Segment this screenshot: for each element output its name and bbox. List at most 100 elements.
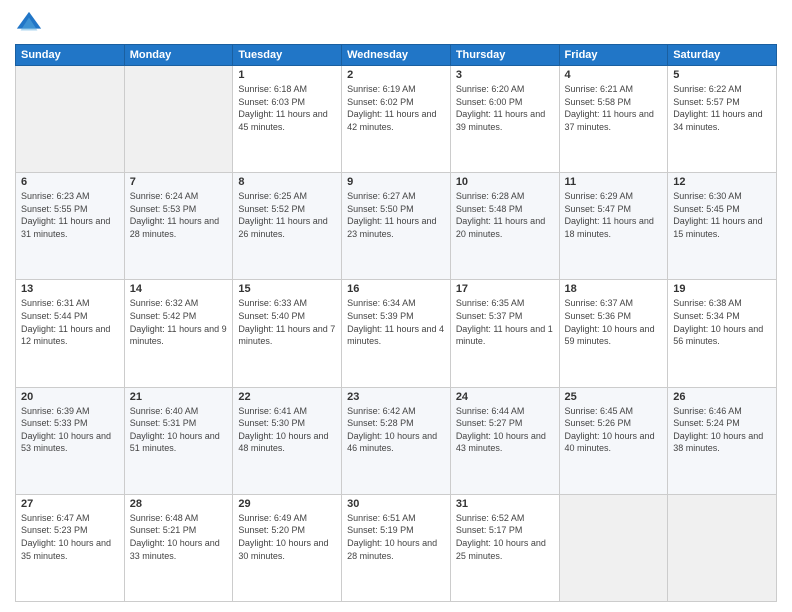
day-info: Sunrise: 6:23 AMSunset: 5:55 PMDaylight:… — [21, 190, 119, 240]
day-info: Sunrise: 6:48 AMSunset: 5:21 PMDaylight:… — [130, 512, 228, 562]
calendar-cell: 6 Sunrise: 6:23 AMSunset: 5:55 PMDaylight… — [16, 173, 125, 280]
day-info: Sunrise: 6:34 AMSunset: 5:39 PMDaylight:… — [347, 297, 445, 347]
day-info: Sunrise: 6:37 AMSunset: 5:36 PMDaylight:… — [565, 297, 663, 347]
calendar-cell: 19 Sunrise: 6:38 AMSunset: 5:34 PMDayligh… — [668, 280, 777, 387]
weekday-header-wednesday: Wednesday — [342, 45, 451, 66]
weekday-header-monday: Monday — [124, 45, 233, 66]
day-number: 22 — [238, 391, 336, 403]
calendar-cell: 8 Sunrise: 6:25 AMSunset: 5:52 PMDaylight… — [233, 173, 342, 280]
day-number: 3 — [456, 69, 554, 81]
day-info: Sunrise: 6:47 AMSunset: 5:23 PMDaylight:… — [21, 512, 119, 562]
day-info: Sunrise: 6:51 AMSunset: 5:19 PMDaylight:… — [347, 512, 445, 562]
day-info: Sunrise: 6:33 AMSunset: 5:40 PMDaylight:… — [238, 297, 336, 347]
calendar-cell: 2Sunrise: 6:19 AMSunset: 6:02 PMDaylight… — [342, 66, 451, 173]
calendar-cell: 12 Sunrise: 6:30 AMSunset: 5:45 PMDayligh… — [668, 173, 777, 280]
week-row-1: 1 Sunrise: 6:18 AMSunset: 6:03 PMDaylight… — [16, 66, 777, 173]
day-number: 14 — [130, 283, 228, 295]
day-info: Sunrise: 6:52 AMSunset: 5:17 PMDaylight:… — [456, 512, 554, 562]
weekday-header-friday: Friday — [559, 45, 668, 66]
day-number: 29 — [238, 498, 336, 510]
calendar-cell: 21 Sunrise: 6:40 AMSunset: 5:31 PMDayligh… — [124, 387, 233, 494]
weekday-header-row: SundayMondayTuesdayWednesdayThursdayFrid… — [16, 45, 777, 66]
calendar-cell: 5 Sunrise: 6:22 AMSunset: 5:57 PMDaylight… — [668, 66, 777, 173]
day-number: 21 — [130, 391, 228, 403]
calendar-cell: 11Sunrise: 6:29 AMSunset: 5:47 PMDayligh… — [559, 173, 668, 280]
weekday-header-saturday: Saturday — [668, 45, 777, 66]
day-info: Sunrise: 6:18 AMSunset: 6:03 PMDaylight:… — [238, 83, 336, 133]
calendar-cell: 14Sunrise: 6:32 AMSunset: 5:42 PMDayligh… — [124, 280, 233, 387]
calendar: SundayMondayTuesdayWednesdayThursdayFrid… — [15, 44, 777, 602]
logo-icon — [15, 10, 43, 38]
week-row-4: 20 Sunrise: 6:39 AMSunset: 5:33 PMDayligh… — [16, 387, 777, 494]
day-info: Sunrise: 6:25 AMSunset: 5:52 PMDaylight:… — [238, 190, 336, 240]
week-row-2: 6 Sunrise: 6:23 AMSunset: 5:55 PMDaylight… — [16, 173, 777, 280]
day-number: 10 — [456, 176, 554, 188]
weekday-header-tuesday: Tuesday — [233, 45, 342, 66]
day-number: 30 — [347, 498, 445, 510]
day-number: 9 — [347, 176, 445, 188]
calendar-cell: 17 Sunrise: 6:35 AMSunset: 5:37 PMDayligh… — [450, 280, 559, 387]
day-number: 28 — [130, 498, 228, 510]
weekday-header-sunday: Sunday — [16, 45, 125, 66]
day-info: Sunrise: 6:30 AMSunset: 5:45 PMDaylight:… — [673, 190, 771, 240]
day-number: 7 — [130, 176, 228, 188]
day-number: 12 — [673, 176, 771, 188]
day-number: 15 — [238, 283, 336, 295]
day-info: Sunrise: 6:28 AMSunset: 5:48 PMDaylight:… — [456, 190, 554, 240]
weekday-header-thursday: Thursday — [450, 45, 559, 66]
calendar-cell: 10 Sunrise: 6:28 AMSunset: 5:48 PMDayligh… — [450, 173, 559, 280]
day-number: 8 — [238, 176, 336, 188]
calendar-cell: 1 Sunrise: 6:18 AMSunset: 6:03 PMDaylight… — [233, 66, 342, 173]
calendar-cell: 7 Sunrise: 6:24 AMSunset: 5:53 PMDaylight… — [124, 173, 233, 280]
calendar-cell — [668, 494, 777, 601]
day-info: Sunrise: 6:27 AMSunset: 5:50 PMDaylight:… — [347, 190, 445, 240]
logo — [15, 10, 47, 38]
calendar-cell — [124, 66, 233, 173]
day-number: 17 — [456, 283, 554, 295]
calendar-cell: 13 Sunrise: 6:31 AMSunset: 5:44 PMDayligh… — [16, 280, 125, 387]
calendar-cell: 20 Sunrise: 6:39 AMSunset: 5:33 PMDayligh… — [16, 387, 125, 494]
day-info: Sunrise: 6:21 AMSunset: 5:58 PMDaylight:… — [565, 83, 663, 133]
calendar-cell: 30 Sunrise: 6:51 AMSunset: 5:19 PMDayligh… — [342, 494, 451, 601]
day-info: Sunrise: 6:41 AMSunset: 5:30 PMDaylight:… — [238, 405, 336, 455]
header — [15, 10, 777, 38]
day-number: 31 — [456, 498, 554, 510]
calendar-cell: 25 Sunrise: 6:45 AMSunset: 5:26 PMDayligh… — [559, 387, 668, 494]
calendar-cell: 4 Sunrise: 6:21 AMSunset: 5:58 PMDaylight… — [559, 66, 668, 173]
day-number: 20 — [21, 391, 119, 403]
day-info: Sunrise: 6:35 AMSunset: 5:37 PMDaylight:… — [456, 297, 554, 347]
day-number: 5 — [673, 69, 771, 81]
day-number: 18 — [565, 283, 663, 295]
day-number: 13 — [21, 283, 119, 295]
day-info: Sunrise: 6:49 AMSunset: 5:20 PMDaylight:… — [238, 512, 336, 562]
day-info: Sunrise: 6:38 AMSunset: 5:34 PMDaylight:… — [673, 297, 771, 347]
calendar-cell: 16Sunrise: 6:34 AMSunset: 5:39 PMDayligh… — [342, 280, 451, 387]
day-number: 23 — [347, 391, 445, 403]
day-info: Sunrise: 6:45 AMSunset: 5:26 PMDaylight:… — [565, 405, 663, 455]
day-number: 1 — [238, 69, 336, 81]
calendar-cell: 29 Sunrise: 6:49 AMSunset: 5:20 PMDayligh… — [233, 494, 342, 601]
day-number: 26 — [673, 391, 771, 403]
calendar-cell: 18 Sunrise: 6:37 AMSunset: 5:36 PMDayligh… — [559, 280, 668, 387]
calendar-cell: 15 Sunrise: 6:33 AMSunset: 5:40 PMDayligh… — [233, 280, 342, 387]
day-number: 4 — [565, 69, 663, 81]
calendar-cell: 27 Sunrise: 6:47 AMSunset: 5:23 PMDayligh… — [16, 494, 125, 601]
day-number: 27 — [21, 498, 119, 510]
day-number: 11 — [565, 176, 663, 188]
day-number: 19 — [673, 283, 771, 295]
calendar-cell: 3 Sunrise: 6:20 AMSunset: 6:00 PMDaylight… — [450, 66, 559, 173]
day-info: Sunrise: 6:24 AMSunset: 5:53 PMDaylight:… — [130, 190, 228, 240]
day-number: 6 — [21, 176, 119, 188]
day-info: Sunrise: 6:20 AMSunset: 6:00 PMDaylight:… — [456, 83, 554, 133]
calendar-cell: 22 Sunrise: 6:41 AMSunset: 5:30 PMDayligh… — [233, 387, 342, 494]
day-number: 25 — [565, 391, 663, 403]
calendar-cell: 26Sunrise: 6:46 AMSunset: 5:24 PMDayligh… — [668, 387, 777, 494]
day-info: Sunrise: 6:22 AMSunset: 5:57 PMDaylight:… — [673, 83, 771, 133]
day-info: Sunrise: 6:40 AMSunset: 5:31 PMDaylight:… — [130, 405, 228, 455]
day-info: Sunrise: 6:39 AMSunset: 5:33 PMDaylight:… — [21, 405, 119, 455]
calendar-cell — [16, 66, 125, 173]
calendar-cell: 23Sunrise: 6:42 AMSunset: 5:28 PMDayligh… — [342, 387, 451, 494]
calendar-cell: 24Sunrise: 6:44 AMSunset: 5:27 PMDayligh… — [450, 387, 559, 494]
day-info: Sunrise: 6:31 AMSunset: 5:44 PMDaylight:… — [21, 297, 119, 347]
calendar-cell: 9 Sunrise: 6:27 AMSunset: 5:50 PMDaylight… — [342, 173, 451, 280]
